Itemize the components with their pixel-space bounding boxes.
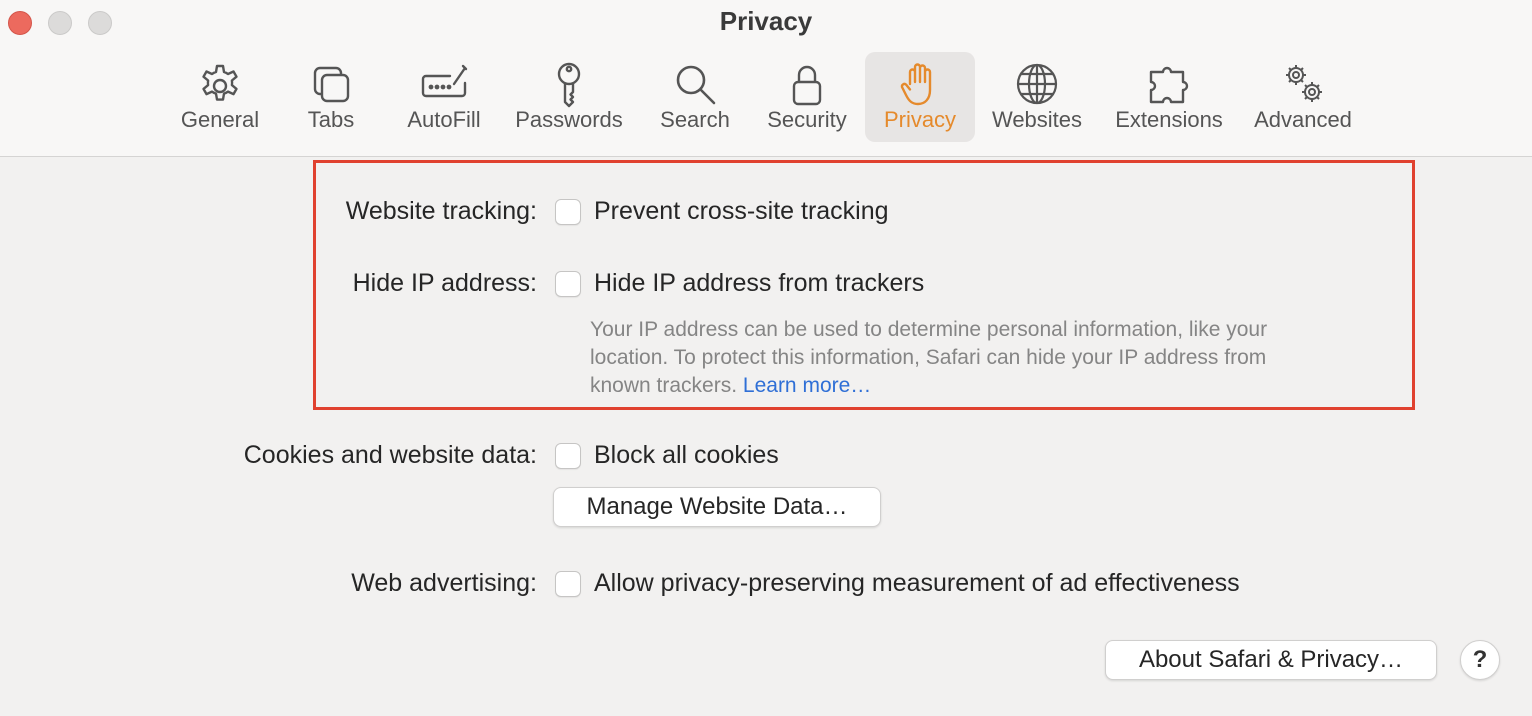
gear-icon <box>196 60 244 108</box>
tab-extensions[interactable]: Extensions <box>1106 52 1232 142</box>
tab-label: Advanced <box>1254 107 1352 132</box>
key-icon <box>545 60 593 108</box>
website-tracking-label: Website tracking: <box>345 197 537 225</box>
ad-measurement-label[interactable]: Allow privacy-preserving measurement of … <box>594 569 1240 598</box>
hand-icon <box>896 60 944 108</box>
tab-label: Privacy <box>883 107 957 132</box>
tab-passwords[interactable]: Passwords <box>508 52 630 142</box>
tab-websites[interactable]: Websites <box>984 52 1090 142</box>
tabs-icon <box>307 60 355 108</box>
cookies-and-website-data-label: Cookies and website data: <box>243 441 537 469</box>
tab-label: Tabs <box>307 107 355 132</box>
toolbar: Privacy General Tabs AutoFill Passwords … <box>0 0 1532 157</box>
tab-label: Websites <box>991 107 1083 132</box>
autofill-icon <box>420 60 468 108</box>
help-button[interactable]: ? <box>1460 640 1500 680</box>
hide-ip-description-text: Your IP address can be used to determine… <box>590 318 1268 397</box>
tab-label: Passwords <box>515 107 623 132</box>
tab-general[interactable]: General <box>166 52 274 142</box>
search-icon <box>671 60 719 108</box>
safari-settings-window: Privacy General Tabs AutoFill Passwords … <box>0 0 1532 716</box>
tab-advanced[interactable]: Advanced <box>1244 52 1362 142</box>
lock-icon <box>783 60 831 108</box>
web-advertising-label: Web advertising: <box>351 569 537 597</box>
block-all-cookies-checkbox[interactable] <box>555 443 581 469</box>
tab-autofill[interactable]: AutoFill <box>392 52 496 142</box>
globe-icon <box>1013 60 1061 108</box>
prevent-cross-site-tracking-label[interactable]: Prevent cross-site tracking <box>594 197 889 226</box>
manage-website-data-button[interactable]: Manage Website Data… <box>553 487 881 527</box>
tab-security[interactable]: Security <box>756 52 858 142</box>
tab-search[interactable]: Search <box>646 52 744 142</box>
hide-ip-address-option-label[interactable]: Hide IP address from trackers <box>594 269 924 298</box>
learn-more-link[interactable]: Learn more… <box>743 374 871 397</box>
hide-ip-address-checkbox[interactable] <box>555 271 581 297</box>
block-all-cookies-label[interactable]: Block all cookies <box>594 441 779 470</box>
about-safari-privacy-button[interactable]: About Safari & Privacy… <box>1105 640 1437 680</box>
hide-ip-address-label: Hide IP address: <box>352 269 537 297</box>
tab-label: Extensions <box>1115 107 1223 132</box>
ad-measurement-checkbox[interactable] <box>555 571 581 597</box>
tab-label: AutoFill <box>407 107 481 132</box>
gears-icon <box>1279 60 1327 108</box>
tab-label: Search <box>660 107 730 132</box>
tab-label: General <box>180 107 260 132</box>
prevent-cross-site-tracking-checkbox[interactable] <box>555 199 581 225</box>
puzzle-icon <box>1145 60 1193 108</box>
tab-label: Security <box>767 107 847 132</box>
window-title: Privacy <box>719 6 813 36</box>
hide-ip-description: Your IP address can be used to determine… <box>590 316 1320 400</box>
tab-tabs[interactable]: Tabs <box>286 52 376 142</box>
tab-privacy[interactable]: Privacy <box>865 52 975 142</box>
